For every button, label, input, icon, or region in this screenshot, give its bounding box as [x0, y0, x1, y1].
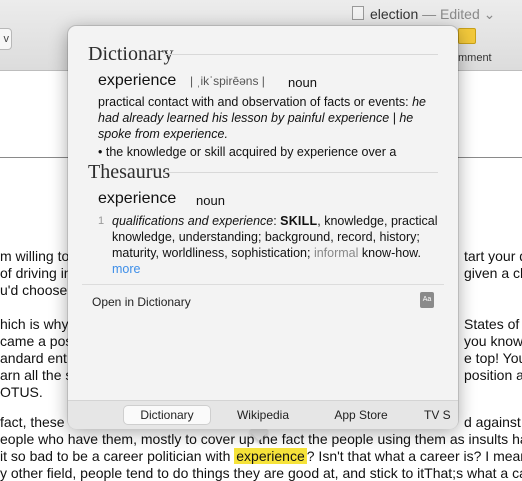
tab-wikipedia[interactable]: Wikipedia	[228, 406, 298, 424]
informal-label: informal	[313, 246, 359, 260]
doc-line-right: tart your da	[464, 248, 522, 264]
comment-button-label: mment	[458, 52, 492, 64]
tab-dictionary[interactable]: Dictionary	[124, 406, 210, 424]
definition-text: practical contact with and observation o…	[98, 95, 413, 109]
section-rule	[164, 54, 438, 55]
tab-app-store[interactable]: App Store	[324, 406, 398, 424]
tab-tv-shows[interactable]: TV S	[424, 406, 458, 424]
doc-text: it so bad to be a career politician with	[0, 448, 231, 464]
window-title: election — Edited ⌄	[352, 6, 495, 23]
open-in-dictionary-link[interactable]: Open in Dictionary	[92, 295, 191, 309]
doc-line: fact, these	[0, 414, 65, 430]
synonym-block: qualifications and experience: SKILL, kn…	[112, 213, 442, 277]
doc-line: arn all the s	[0, 367, 73, 383]
doc-line-right: you know, lik	[464, 333, 522, 349]
doc-line-right: given a cho	[464, 265, 522, 281]
dictionary-heading: Dictionary	[88, 43, 174, 65]
definition-2: • the knowledge or skill acquired by exp…	[98, 145, 397, 159]
doc-line-right: position as	[464, 367, 522, 383]
key-synonym: SKILL	[280, 214, 318, 228]
sense-label: qualifications and experience	[112, 214, 274, 228]
chevron-down-icon[interactable]: ⌄	[484, 6, 496, 22]
edited-status[interactable]: — Edited	[422, 6, 480, 22]
sense-number: 1	[98, 215, 105, 227]
lookup-popover: Dictionary experience | ˌikˈspirēəns | n…	[68, 26, 458, 429]
thesaurus-heading: Thesaurus	[88, 161, 171, 183]
doc-line-right: d against t	[464, 414, 522, 430]
doc-line: it so bad to be a career politician with…	[0, 448, 522, 464]
informal-synonym: know-how.	[361, 246, 421, 260]
dictionary-headword: experience	[98, 72, 177, 89]
doc-line-right: States of A	[464, 316, 522, 332]
definition-1: practical contact with and observation o…	[98, 94, 438, 142]
thesaurus-part-of-speech: noun	[196, 193, 225, 208]
doc-line: hich is why	[0, 316, 69, 332]
more-link[interactable]: more	[112, 262, 140, 276]
doc-line: u'd choose	[0, 282, 68, 298]
document-name: election	[370, 6, 419, 22]
section-rule	[164, 172, 438, 173]
toolbar-left-button[interactable]: v	[0, 28, 12, 50]
selected-word[interactable]: experience	[234, 448, 307, 464]
doc-line-right: e top! You c	[464, 350, 522, 366]
comment-button[interactable]	[458, 28, 476, 44]
part-of-speech: noun	[288, 75, 317, 90]
doc-line: y other field, people tend to do things …	[0, 465, 522, 481]
document-icon	[352, 6, 364, 20]
popover-divider	[82, 284, 444, 285]
source-tabs: Dictionary Wikipedia App Store TV S	[68, 400, 458, 429]
thesaurus-headword: experience	[98, 190, 177, 207]
dictionary-app-icon[interactable]: Aa	[420, 292, 434, 308]
doc-line: andard entry	[0, 350, 79, 366]
doc-text: ? Isn't that what a career is? I mean j	[306, 448, 522, 464]
doc-line: m willing to	[0, 248, 70, 264]
doc-line: came a pos	[0, 333, 73, 349]
doc-line: OTUS.	[0, 384, 43, 400]
pronunciation: | ˌikˈspirēəns |	[190, 74, 265, 88]
